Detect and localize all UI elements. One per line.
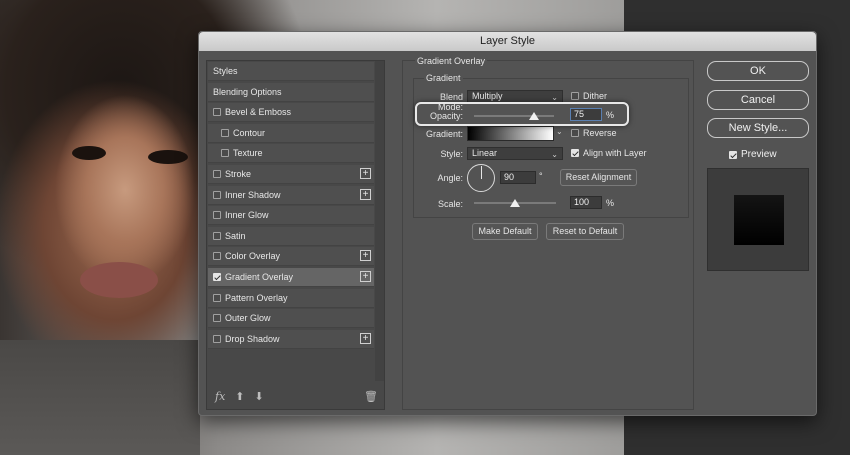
add-effect-plus-icon[interactable]: + <box>360 271 371 282</box>
scale-label: Scale: <box>437 199 463 209</box>
styles-list-item-label: Drop Shadow <box>225 333 280 344</box>
styles-list-item-label: Contour <box>233 127 266 138</box>
styles-list-item[interactable]: Stroke + <box>208 165 374 184</box>
styles-list-item-label: Stroke <box>225 169 252 179</box>
styles-list-item-label: Pattern Overlay <box>225 292 288 303</box>
styles-list: Styles Blending Options Bevel & Emboss Cont… <box>206 60 385 410</box>
gradient-swatch[interactable] <box>467 126 554 141</box>
checkbox-icon[interactable] <box>213 190 221 199</box>
add-effect-plus-icon[interactable]: + <box>360 332 371 344</box>
gradient-group: Gradient Blend Mode: Multiply ⌄ Dither Op… <box>413 73 689 218</box>
checkbox-icon[interactable] <box>213 314 221 323</box>
gradient-label: Gradient: <box>425 129 463 139</box>
styles-list-item-label: Inner Glow <box>225 210 269 221</box>
reverse-checkbox[interactable]: Reverse <box>571 128 617 138</box>
style-label: Style: <box>440 149 463 159</box>
arrow-up-icon[interactable]: ⬆ <box>235 390 244 403</box>
sweater <box>0 340 200 455</box>
fx-icon[interactable]: fx <box>215 390 225 403</box>
scale-input[interactable]: 100 <box>570 196 602 209</box>
styles-list-item-label: Gradient Overlay <box>225 272 294 282</box>
checkbox-icon[interactable] <box>213 231 221 240</box>
checkbox-icon[interactable] <box>213 108 221 117</box>
styles-list-item-label: Outer Glow <box>225 313 271 324</box>
arrow-down-icon[interactable]: ⬇ <box>255 390 264 403</box>
align-check-icon <box>571 149 579 157</box>
make-default-button[interactable]: Make Default <box>472 223 538 240</box>
lips <box>80 262 158 298</box>
styles-list-item-label: Styles <box>213 66 238 76</box>
preview-label: Preview <box>741 149 777 160</box>
section-title: Gradient Overlay <box>415 56 488 66</box>
styles-list-item[interactable]: Gradient Overlay + <box>208 268 374 287</box>
checkbox-icon[interactable] <box>221 128 229 137</box>
styles-list-item[interactable]: Bevel & Emboss <box>208 103 374 123</box>
dither-checkbox[interactable]: Dither <box>571 91 607 101</box>
styles-list-item-label: Blending Options <box>213 86 282 97</box>
reset-alignment-button[interactable]: Reset Alignment <box>560 169 637 186</box>
scale-unit: % <box>606 198 615 208</box>
style-select[interactable]: Linear ⌄ <box>467 147 563 160</box>
ok-button[interactable]: OK <box>707 61 809 81</box>
checkbox-icon[interactable] <box>213 273 221 281</box>
styles-list-scrollbar[interactable] <box>375 61 384 381</box>
new-style-button[interactable]: New Style... <box>707 118 809 138</box>
styles-list-item[interactable]: Drop Shadow + <box>208 329 374 349</box>
styles-list-item[interactable]: Contour <box>208 123 374 143</box>
styles-list-item[interactable]: Pattern Overlay <box>208 288 374 308</box>
eye-right <box>148 150 188 164</box>
checkbox-icon[interactable] <box>213 252 221 261</box>
styles-list-item-label: Bevel & Emboss <box>225 107 292 118</box>
styles-list-item[interactable]: Inner Glow <box>208 206 374 226</box>
checkbox-icon[interactable] <box>213 334 221 343</box>
group-title: Gradient <box>424 73 463 83</box>
styles-list-item-label: Satin <box>225 230 246 241</box>
align-label: Align with Layer <box>583 148 647 158</box>
dither-check-icon <box>571 92 579 100</box>
chevron-down-icon: ⌄ <box>551 150 558 159</box>
styles-list-item[interactable]: Texture <box>208 144 374 164</box>
styles-list-item[interactable]: Outer Glow <box>208 309 374 329</box>
styles-list-item[interactable]: Color Overlay + <box>208 247 374 267</box>
scale-slider-thumb[interactable] <box>510 199 520 207</box>
add-effect-plus-icon[interactable]: + <box>360 188 371 200</box>
dialog-title: Layer Style <box>199 32 816 51</box>
checkbox-icon[interactable] <box>213 211 221 220</box>
opacity-highlight-callout <box>415 102 629 126</box>
cancel-button[interactable]: Cancel <box>707 90 809 110</box>
angle-unit: ° <box>539 171 543 181</box>
angle-input[interactable]: 90 <box>500 171 536 184</box>
gradient-chevron-down-icon[interactable]: ⌄ <box>556 127 563 136</box>
preview-check-icon <box>729 150 737 159</box>
add-effect-plus-icon[interactable]: + <box>360 250 371 262</box>
styles-list-item[interactable]: Blending Options <box>208 82 374 102</box>
styles-list-item-label: Inner Shadow <box>225 189 281 200</box>
reverse-check-icon <box>571 129 579 137</box>
preview-checkbox[interactable]: Preview <box>729 149 777 160</box>
layer-style-dialog: Layer Style Styles Blending Options Bevel … <box>198 31 817 416</box>
trash-icon[interactable]: 🗑 <box>364 390 378 403</box>
reset-to-default-button[interactable]: Reset to Default <box>546 223 624 240</box>
angle-dial[interactable] <box>467 164 495 192</box>
styles-list-item[interactable]: Styles <box>208 62 374 81</box>
styles-list-footer: fx ⬆ ⬇ <box>215 390 264 403</box>
align-with-layer-checkbox[interactable]: Align with Layer <box>571 148 647 158</box>
checkbox-icon[interactable] <box>213 170 221 178</box>
preview-swatch <box>707 168 809 271</box>
checkbox-icon[interactable] <box>221 149 229 158</box>
reverse-label: Reverse <box>583 128 617 138</box>
styles-list-item[interactable]: Inner Shadow + <box>208 185 374 205</box>
angle-dial-needle <box>481 166 482 179</box>
blend-mode-value: Multiply <box>472 91 503 101</box>
checkbox-icon[interactable] <box>213 293 221 302</box>
preview-thumbnail <box>734 195 784 245</box>
styles-list-item[interactable]: Satin <box>208 226 374 246</box>
eye-left <box>72 146 106 160</box>
dither-label: Dither <box>583 91 608 101</box>
add-effect-plus-icon[interactable]: + <box>360 168 371 179</box>
styles-list-item-label: Color Overlay <box>225 251 281 262</box>
style-value: Linear <box>472 148 498 158</box>
angle-label: Angle: <box>437 173 463 183</box>
styles-list-item-label: Texture <box>233 148 263 159</box>
